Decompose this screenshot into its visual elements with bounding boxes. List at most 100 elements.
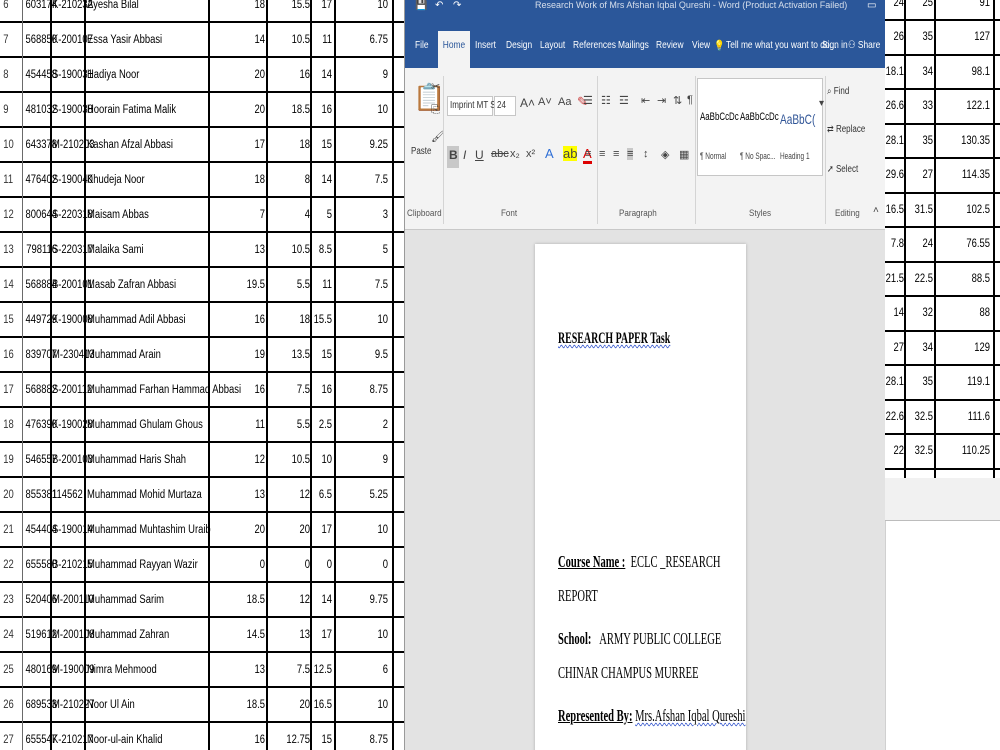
cell-score-2[interactable]: 4 — [276, 198, 310, 231]
cell-score-4[interactable]: 9.5 — [343, 338, 388, 371]
row-header[interactable]: 10 — [0, 128, 18, 161]
cell-score-3[interactable]: 6.5 — [312, 478, 332, 511]
table-row[interactable]: 27 655547 K-210217 Noor-ul-ain Khalid 16 12.7… — [0, 723, 404, 750]
cell-total[interactable]: 102.5 — [945, 193, 990, 226]
select-button[interactable]: ➚ Select — [827, 164, 858, 175]
table-row[interactable]: 14 568884 B-200101 Masab Zafran Abbasi 19.5 5… — [0, 268, 404, 303]
cell-total[interactable]: 130.35 — [945, 124, 990, 157]
cell-score-2[interactable]: 10.5 — [276, 23, 310, 56]
cell-name[interactable]: Noor Ul Ain — [87, 688, 202, 721]
cell-score-4[interactable]: 8.75 — [343, 723, 388, 750]
cell-score-1[interactable]: 16 — [224, 303, 265, 336]
cell-score-1[interactable]: 19 — [224, 338, 265, 371]
cell-name[interactable]: Muhammad Mohid Murtaza — [87, 478, 202, 511]
bullets-icon[interactable]: ☰ — [583, 94, 593, 107]
collapse-ribbon-icon[interactable]: ˄ — [873, 205, 879, 216]
row-header[interactable]: 9 — [0, 93, 18, 126]
cell-score-3[interactable]: 11 — [312, 23, 332, 56]
redo-icon[interactable]: ↷ — [453, 0, 461, 11]
cell-score-4[interactable]: 9.25 — [343, 128, 388, 161]
table-row[interactable]: 8 454458 S-190031 Hadiya Noor 20 16 14 9 — [0, 58, 404, 93]
cell-score-4[interactable]: 10 — [343, 513, 388, 546]
row-header[interactable]: 15 — [0, 303, 18, 336]
cell-col-b[interactable]: 34 — [910, 55, 933, 88]
cell-score-4[interactable]: 5 — [343, 233, 388, 266]
cell-reg-no[interactable]: K-210217 — [52, 723, 93, 750]
style-heading-1[interactable]: AaBbC( Heading 1 — [778, 79, 816, 177]
cell-name[interactable]: Malaika Sami — [87, 233, 202, 266]
tell-me-input[interactable]: Tell me what you want to do... — [726, 39, 837, 51]
cell-col-a[interactable]: 29.6 — [886, 159, 904, 192]
cell-score-2[interactable]: 12 — [276, 478, 310, 511]
cell-score-4[interactable]: 10 — [343, 688, 388, 721]
save-icon[interactable]: 💾 — [415, 0, 427, 11]
table-row[interactable]: 12 800644 S-220318 Maisam Abbas 7 4 5 3 — [0, 198, 404, 233]
multilevel-icon[interactable]: ☲ — [619, 94, 629, 107]
row-header[interactable]: 27 — [0, 723, 18, 750]
cell-score-2[interactable]: 18 — [276, 128, 310, 161]
cell-score-4[interactable]: 10 — [343, 93, 388, 126]
undo-icon[interactable]: ↶ — [435, 0, 443, 11]
table-row[interactable]: 25 480169 M-190009 Nimra Mehmood 13 7.5 12.5 6 — [0, 653, 404, 688]
cell-score-1[interactable]: 18.5 — [224, 583, 265, 616]
cell-reg-no[interactable]: K-190028 — [52, 408, 93, 441]
row-header[interactable]: 16 — [0, 338, 18, 371]
bold-icon[interactable]: B — [449, 148, 458, 162]
cell-score-3[interactable]: 17 — [312, 0, 332, 21]
cell-score-1[interactable]: 16 — [224, 373, 265, 406]
table-row[interactable]: 16 839707 M-230413 Muhammad Arain 19 13.5 15 9.… — [0, 338, 404, 373]
cell-score-1[interactable]: 0 — [224, 548, 265, 581]
cell-score-4[interactable]: 9 — [343, 443, 388, 476]
grow-font-icon[interactable]: A˄ — [520, 96, 535, 110]
cell-name[interactable]: Muhammad Ghulam Ghous — [87, 408, 203, 441]
cell-total[interactable]: 114.35 — [945, 159, 990, 192]
row-header[interactable]: 13 — [0, 233, 18, 266]
cell-score-2[interactable]: 8 — [276, 163, 310, 196]
cell-score-4[interactable]: 0 — [343, 548, 388, 581]
highlight-icon[interactable]: ab — [563, 146, 578, 161]
cell-score-1[interactable]: 18.5 — [224, 688, 265, 721]
cell-score-1[interactable]: 18 — [224, 163, 265, 196]
cell-col-a[interactable]: 28.1 — [886, 366, 904, 399]
cell-reg-no[interactable]: 114562 — [52, 478, 85, 511]
cell-score-1[interactable]: 20 — [224, 93, 265, 126]
strikethrough-icon[interactable]: abc — [491, 148, 509, 160]
cell-name[interactable]: Nimra Mehmood — [87, 653, 202, 686]
cell-score-1[interactable]: 20 — [224, 513, 265, 546]
table-row[interactable]: 16.5 31.5 102.5 — [885, 193, 1000, 228]
tab-home[interactable]: Home — [438, 31, 471, 68]
cell-col-b[interactable]: 35 — [910, 21, 933, 54]
table-row[interactable]: 26 689533 M-210227 Noor Ul Ain 18.5 20 16.5 10 — [0, 688, 404, 723]
table-row[interactable]: 15 449729 K-190008 Muhammad Adil Abbasi 16 18… — [0, 303, 404, 338]
table-row[interactable]: 22.6 32.5 111.6 — [885, 400, 1000, 435]
table-row[interactable]: 24 519612 M-200108 Muhammad Zahran 14.5 13 17 1… — [0, 618, 404, 653]
cell-score-1[interactable]: 12 — [224, 443, 265, 476]
tab-layout[interactable]: Layout — [540, 39, 565, 51]
table-row[interactable]: 28.1 35 130.35 — [885, 124, 1000, 159]
cell-col-a[interactable]: 22 — [888, 435, 904, 468]
cell-col-b[interactable]: 32 — [910, 297, 933, 330]
cell-reg-no[interactable]: S-190031 — [52, 58, 93, 91]
ribbon-display-icon[interactable]: ▭ — [867, 0, 876, 11]
row-header[interactable]: 22 — [0, 548, 18, 581]
cell-reg-no[interactable]: K-210232 — [52, 0, 93, 21]
superscript-icon[interactable]: x² — [526, 148, 535, 160]
cell-score-3[interactable]: 14 — [312, 58, 332, 91]
cell-col-b[interactable]: 35 — [910, 124, 933, 157]
row-header[interactable]: 6 — [0, 0, 18, 21]
cell-name[interactable]: Muhammad Arain — [87, 338, 202, 371]
table-row[interactable]: 9 481032 S-190038 Hoorain Fatima Malik 20 18.… — [0, 93, 404, 128]
cell-reg-no[interactable]: B-200101 — [52, 268, 93, 301]
cell-reg-no[interactable]: S-200112 — [52, 373, 92, 406]
sort-icon[interactable]: ⇅ — [673, 94, 682, 107]
cell-score-4[interactable]: 10 — [343, 618, 388, 651]
document-page[interactable]: RESEARCH PAPER Task Course Name : ECLC _… — [535, 244, 746, 750]
cell-reg-no[interactable]: M-230413 — [52, 338, 94, 371]
cell-score-3[interactable]: 17 — [312, 618, 332, 651]
cell-score-1[interactable]: 11 — [224, 408, 265, 441]
table-row[interactable]: 18.1 34 98.1 — [885, 55, 1000, 90]
cell-score-4[interactable]: 8.75 — [343, 373, 388, 406]
row-header[interactable]: 17 — [0, 373, 18, 406]
cell-score-1[interactable]: 7 — [224, 198, 265, 231]
tab-mailings[interactable]: Mailings — [618, 39, 649, 51]
